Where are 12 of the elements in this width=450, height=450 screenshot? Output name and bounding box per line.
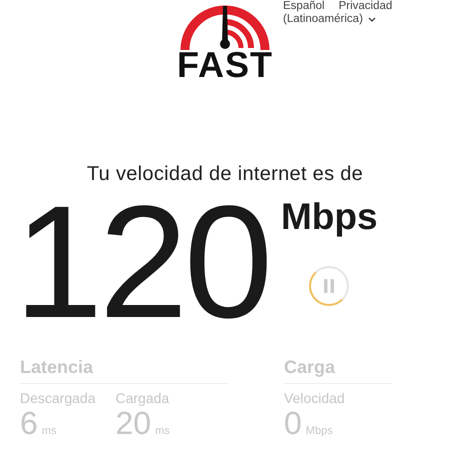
result-title: Tu velocidad de internet es de: [86, 163, 364, 186]
speed-value: 120: [14, 192, 269, 332]
header-link[interactable]: Privacidad: [338, 0, 392, 13]
pause-icon: [323, 279, 336, 293]
metric-label: Velocidad: [284, 390, 345, 406]
metric-label: Cargada: [116, 390, 170, 406]
chevron-down-icon[interactable]: [368, 17, 376, 22]
language-region[interactable]: (Latinoamérica): [283, 13, 363, 26]
header-link[interactable]: Español: [283, 0, 325, 13]
logo-text: FAST: [176, 48, 273, 82]
speed-unit: Mbps: [280, 196, 378, 238]
metric-label: Descargada: [20, 390, 96, 406]
